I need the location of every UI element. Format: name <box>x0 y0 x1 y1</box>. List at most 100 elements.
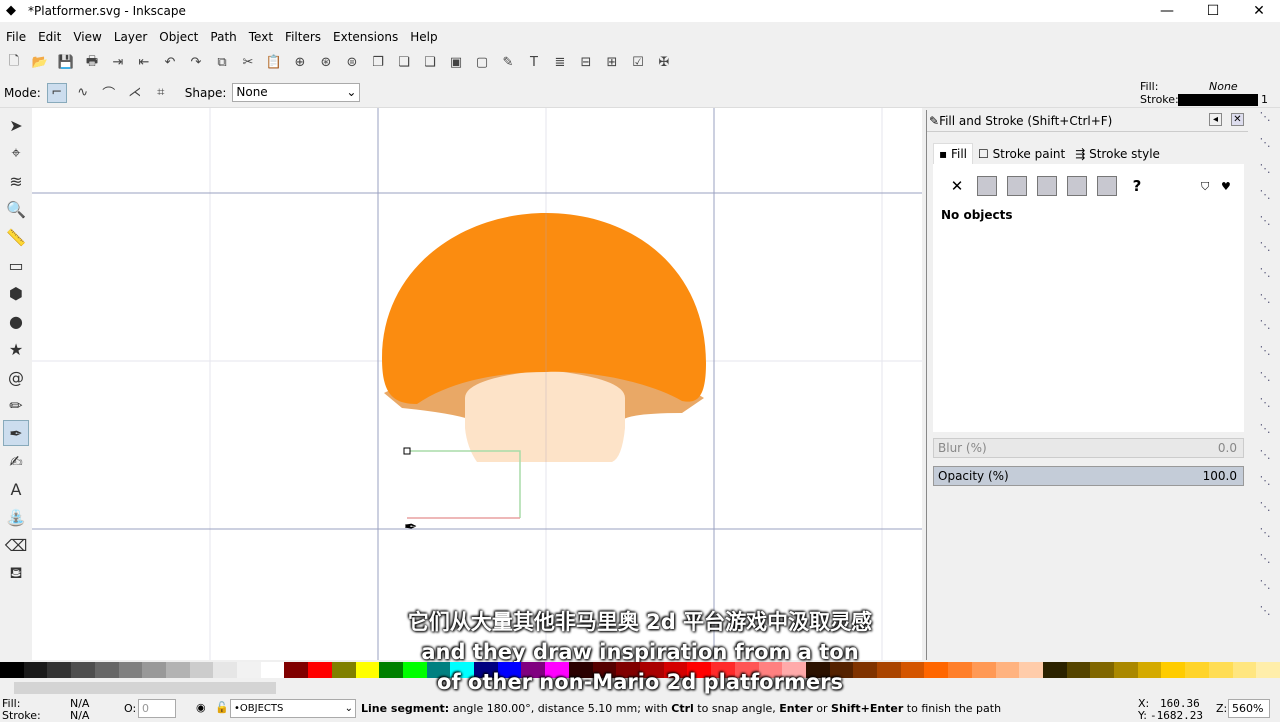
cut-icon[interactable]: ✂ <box>238 53 258 73</box>
fill-rule-nonzero-icon[interactable]: ♥ <box>1221 180 1231 193</box>
tab-stroke-paint[interactable]: ☐ Stroke paint <box>973 144 1070 164</box>
fill-stroke-icon[interactable]: ⊟ <box>576 53 596 73</box>
snap-toggle-icon[interactable]: ⋱ <box>1250 344 1280 370</box>
minimize-button[interactable]: — <box>1144 0 1190 22</box>
paste-icon[interactable]: 📋 <box>264 53 284 73</box>
menu-file[interactable]: File <box>0 27 32 47</box>
flat-color-button[interactable] <box>977 176 997 196</box>
shape-select[interactable]: None ⌄ <box>232 83 361 102</box>
close-dialog-button[interactable]: ✕ <box>1231 113 1244 126</box>
iconify-button[interactable]: ◂ <box>1209 113 1222 126</box>
snap-toggle-icon[interactable]: ⋱ <box>1250 214 1280 240</box>
spray-tool-icon[interactable]: ⛲ <box>3 504 29 530</box>
swatch-button[interactable] <box>1097 176 1117 196</box>
ungroup-icon[interactable]: ▢ <box>472 53 492 73</box>
print-icon[interactable]: 🖶 <box>82 53 102 73</box>
copy-icon[interactable]: ⧉ <box>212 53 232 73</box>
zoom-drawing-icon[interactable]: ⊛ <box>316 53 336 73</box>
3d-box-tool-icon[interactable]: ⬢ <box>3 280 29 306</box>
snap-toggle-icon[interactable]: ⋱ <box>1250 240 1280 266</box>
paraxial-mode-icon[interactable]: ⌗ <box>151 83 171 103</box>
maximize-button[interactable]: ☐ <box>1190 0 1236 22</box>
tweak-tool-icon[interactable]: ≋ <box>3 168 29 194</box>
tab-stroke-style[interactable]: ⇶ Stroke style <box>1070 144 1165 164</box>
zoom-input[interactable]: 560% <box>1228 699 1270 718</box>
node-tool-icon[interactable]: ⌖ <box>3 140 29 166</box>
document-properties-icon[interactable]: ✠ <box>654 53 674 73</box>
redo-icon[interactable]: ↷ <box>186 53 206 73</box>
snap-toggle-icon[interactable]: ⋱ <box>1250 578 1280 604</box>
menu-extensions[interactable]: Extensions <box>327 27 404 47</box>
path-start-node[interactable] <box>403 447 411 455</box>
menu-object[interactable]: Object <box>153 27 204 47</box>
duplicate-icon[interactable]: ❐ <box>368 53 388 73</box>
unlink-clone-icon[interactable]: ❑ <box>420 53 440 73</box>
preferences-icon[interactable]: ☑ <box>628 53 648 73</box>
snap-toggle-icon[interactable]: ⋱ <box>1250 318 1280 344</box>
layers-icon[interactable]: ≣ <box>550 53 570 73</box>
pencil-tool-icon[interactable]: ✏ <box>3 392 29 418</box>
mushroom-stem[interactable] <box>465 370 625 462</box>
snap-toggle-icon[interactable]: ⋱ <box>1250 266 1280 292</box>
zigzag-mode-icon[interactable]: ⋌ <box>125 83 145 103</box>
snap-toggle-icon[interactable]: ⋱ <box>1250 552 1280 578</box>
calligraphy-tool-icon[interactable]: ✍ <box>3 448 29 474</box>
snap-toggle-icon[interactable]: ⋱ <box>1250 162 1280 188</box>
menu-path[interactable]: Path <box>204 27 242 47</box>
palette-scrollbar[interactable] <box>14 682 276 694</box>
blur-slider[interactable]: Blur (%) 0.0 <box>933 438 1244 458</box>
zoom-page-icon[interactable]: ⊜ <box>342 53 362 73</box>
group-icon[interactable]: ▣ <box>446 53 466 73</box>
spiral-tool-icon[interactable]: @ <box>3 364 29 390</box>
status-opacity-input[interactable]: 0 <box>138 699 176 718</box>
snap-toggle-icon[interactable]: ⋱ <box>1250 448 1280 474</box>
save-icon[interactable]: 💾 <box>56 53 76 73</box>
tab-fill[interactable]: ▪ Fill <box>933 143 973 164</box>
menu-edit[interactable]: Edit <box>32 27 67 47</box>
layer-lock-icon[interactable]: 🔓 <box>215 701 229 714</box>
menu-layer[interactable]: Layer <box>108 27 153 47</box>
snap-toggle-icon[interactable]: ⋱ <box>1250 500 1280 526</box>
unset-button[interactable]: ? <box>1127 176 1147 196</box>
close-button[interactable]: ✕ <box>1236 0 1280 22</box>
pen-tool-icon[interactable]: ✒ <box>3 420 29 446</box>
snap-toggle-icon[interactable]: ⋱ <box>1250 110 1280 136</box>
menu-filters[interactable]: Filters <box>279 27 327 47</box>
snap-toggle-icon[interactable]: ⋱ <box>1250 136 1280 162</box>
radial-gradient-button[interactable] <box>1037 176 1057 196</box>
bspline-mode-icon[interactable]: ⌒ <box>99 83 119 103</box>
spiro-mode-icon[interactable]: ∿ <box>73 83 93 103</box>
align-icon[interactable]: ⊞ <box>602 53 622 73</box>
regular-bezier-mode-icon[interactable]: ⌐ <box>46 82 67 103</box>
snap-toggle-icon[interactable]: ⋱ <box>1250 188 1280 214</box>
menu-view[interactable]: View <box>67 27 107 47</box>
menu-text[interactable]: Text <box>243 27 279 47</box>
measure-tool-icon[interactable]: 📏 <box>3 224 29 250</box>
snap-toggle-icon[interactable]: ⋱ <box>1250 370 1280 396</box>
zoom-selection-icon[interactable]: ⊕ <box>290 53 310 73</box>
text-tool-icon[interactable]: A <box>3 476 29 502</box>
style-indicator[interactable]: Fill: None Stroke: 1 <box>1140 80 1275 106</box>
open-icon[interactable]: 📂 <box>30 53 50 73</box>
import-icon[interactable]: ⇥ <box>108 53 128 73</box>
opacity-slider[interactable]: Opacity (%) 100.0 <box>933 466 1244 486</box>
no-paint-button[interactable]: ✕ <box>947 176 967 196</box>
layer-visibility-icon[interactable]: ◉ <box>196 701 206 714</box>
undo-icon[interactable]: ↶ <box>160 53 180 73</box>
snap-toggle-icon[interactable]: ⋱ <box>1250 396 1280 422</box>
star-tool-icon[interactable]: ★ <box>3 336 29 362</box>
menu-help[interactable]: Help <box>404 27 443 47</box>
drawing-canvas[interactable]: ✒ <box>32 108 922 660</box>
eraser-tool-icon[interactable]: ⌫ <box>3 532 29 558</box>
xml-editor-icon[interactable]: ✎ <box>498 53 518 73</box>
text-icon[interactable]: T <box>524 53 544 73</box>
layer-select[interactable]: •OBJECTS ⌄ <box>230 699 356 718</box>
snap-toggle-icon[interactable]: ⋱ <box>1250 292 1280 318</box>
snap-toggle-icon[interactable]: ⋱ <box>1250 474 1280 500</box>
paint-bucket-tool-icon[interactable]: ⛾ <box>3 560 29 586</box>
snap-toggle-icon[interactable]: ⋱ <box>1250 526 1280 552</box>
export-icon[interactable]: ⇤ <box>134 53 154 73</box>
clone-icon[interactable]: ❏ <box>394 53 414 73</box>
new-icon[interactable]: 🗋 <box>4 53 24 73</box>
zoom-tool-icon[interactable]: 🔍 <box>3 196 29 222</box>
